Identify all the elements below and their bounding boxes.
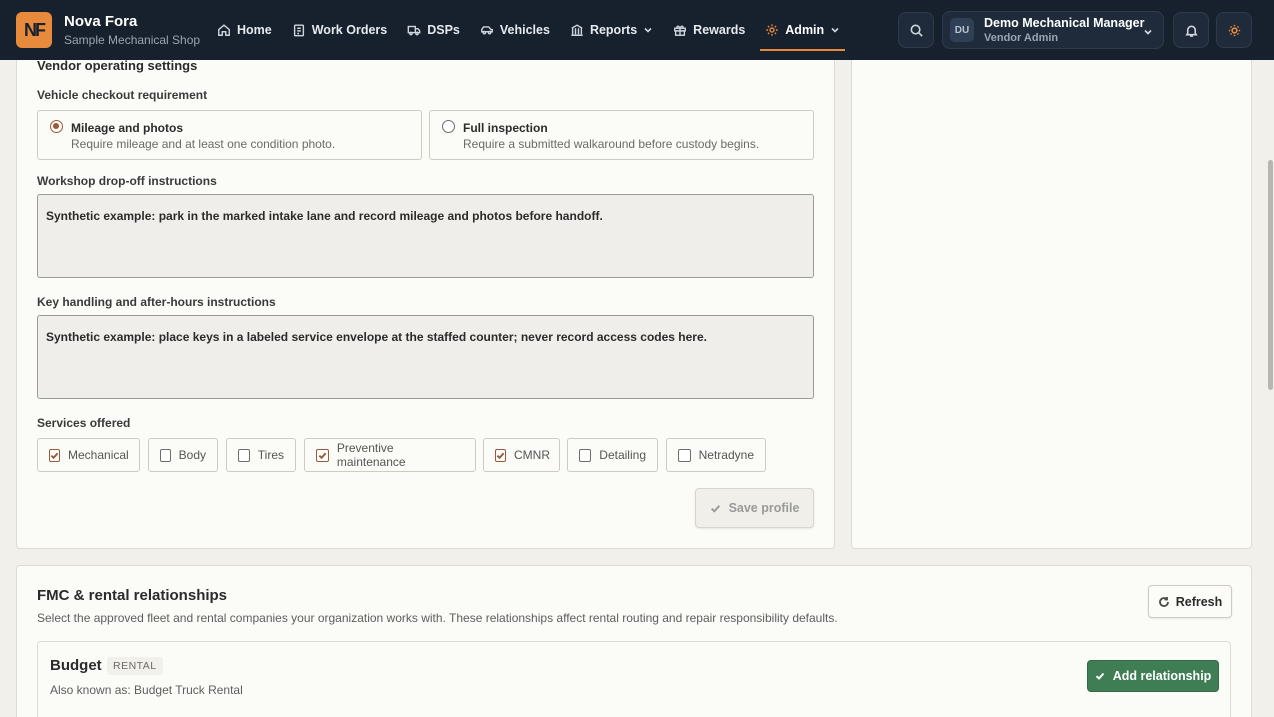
- theme-toggle-button[interactable]: [1216, 12, 1252, 48]
- fmc-title: FMC & rental relationships: [37, 587, 228, 604]
- chevron-down-icon: [1144, 29, 1152, 35]
- nav-work-orders-label: Work Orders: [311, 23, 388, 37]
- page-scrollbar[interactable]: [1268, 160, 1273, 390]
- fmc-description: Select the approved fleet and rental com…: [37, 611, 838, 625]
- service-detailing[interactable]: Detailing: [567, 438, 658, 472]
- user-role: Vendor Admin: [984, 32, 1059, 44]
- add-relationship-button[interactable]: Add relationship: [1087, 660, 1219, 692]
- check-icon: [50, 452, 59, 459]
- home-icon: [218, 24, 230, 36]
- service-label: Detailing: [599, 448, 646, 462]
- service-label: Mechanical: [68, 448, 129, 462]
- save-profile-label: Save profile: [728, 501, 800, 515]
- dropoff-instructions-field[interactable]: Synthetic example: park in the marked in…: [37, 194, 814, 278]
- nav-home-label: Home: [237, 23, 272, 37]
- checkbox-checked[interactable]: [316, 448, 329, 462]
- service-label: Body: [178, 448, 206, 462]
- truck-icon: [407, 25, 421, 36]
- service-body[interactable]: Body: [148, 438, 218, 472]
- gear-icon: [766, 24, 778, 36]
- service-mechanical[interactable]: Mechanical: [37, 438, 140, 472]
- check-icon: [318, 452, 327, 459]
- user-name: Demo Mechanical Manager: [984, 16, 1145, 30]
- nav-vehicles-label: Vehicles: [499, 23, 550, 37]
- option-title: Mileage and photos: [71, 121, 184, 135]
- relationship-type-badge: RENTAL: [107, 657, 163, 675]
- nav-home[interactable]: Home: [210, 15, 279, 45]
- nav-reports[interactable]: Reports: [563, 15, 660, 45]
- bank-icon: [571, 24, 583, 36]
- nav-dsps-label: DSPs: [427, 23, 460, 37]
- service-label: Netradyne: [698, 448, 754, 462]
- add-relationship-label: Add relationship: [1112, 669, 1212, 683]
- sun-icon: [1228, 24, 1240, 36]
- top-navigation-bar: NF Nova Fora Sample Mechanical Shop Home…: [0, 0, 1274, 60]
- nav-work-orders[interactable]: Work Orders: [285, 15, 395, 45]
- avatar: DU: [950, 18, 974, 42]
- checkout-requirement-label: Vehicle checkout requirement: [37, 88, 208, 102]
- service-label: CMNR: [514, 448, 550, 462]
- search-icon: [910, 24, 923, 37]
- refresh-button[interactable]: Refresh: [1148, 585, 1232, 618]
- relationship-name: Budget: [50, 657, 102, 674]
- relationship-card: [37, 641, 1231, 717]
- nav-rewards[interactable]: Rewards: [666, 15, 752, 45]
- relationship-aka: Also known as: Budget Truck Rental: [50, 683, 243, 697]
- user-menu[interactable]: DU Demo Mechanical Manager Vendor Admin: [942, 11, 1164, 49]
- option-mileage-photos[interactable]: Mileage and photos Require mileage and a…: [37, 110, 422, 160]
- shop-name: Sample Mechanical Shop: [64, 33, 201, 47]
- nav-vehicles[interactable]: Vehicles: [473, 15, 557, 45]
- brand-name: Nova Fora: [64, 13, 138, 30]
- nav-admin[interactable]: Admin: [758, 15, 847, 51]
- notifications-button[interactable]: [1173, 12, 1209, 48]
- radio-selected[interactable]: [50, 120, 63, 133]
- service-netradyne[interactable]: Netradyne: [666, 438, 766, 472]
- option-description: Require a submitted walkaround before cu…: [463, 137, 760, 151]
- gift-icon: [674, 25, 687, 36]
- chevron-down-icon: [831, 27, 839, 33]
- vendor-settings-title: Vendor operating settings: [37, 58, 198, 73]
- radio-unselected[interactable]: [442, 120, 455, 133]
- service-label: Preventive maintenance: [336, 441, 406, 469]
- option-full-inspection[interactable]: Full inspection Require a submitted walk…: [429, 110, 814, 160]
- key-handling-field[interactable]: Synthetic example: place keys in a label…: [37, 315, 814, 399]
- key-handling-label: Key handling and after-hours instruction…: [37, 295, 276, 309]
- refresh-icon: [1158, 596, 1169, 607]
- nav-rewards-label: Rewards: [693, 23, 746, 37]
- refresh-label: Refresh: [1175, 594, 1223, 609]
- side-panel-card: [851, 40, 1252, 549]
- search-button[interactable]: [898, 12, 934, 48]
- check-icon: [1095, 672, 1104, 680]
- bell-icon: [1184, 24, 1198, 37]
- service-preventive-maintenance[interactable]: Preventive maintenance: [304, 438, 476, 472]
- services-offered-label: Services offered: [37, 416, 131, 430]
- nav-admin-label: Admin: [785, 23, 825, 37]
- checkbox-checked[interactable]: [495, 448, 506, 462]
- user-info: Demo Mechanical Manager Vendor Admin: [984, 16, 1144, 44]
- option-title: Full inspection: [463, 121, 548, 135]
- checkbox-unchecked[interactable]: [579, 448, 592, 462]
- brand-logo[interactable]: NF: [16, 12, 52, 48]
- checkbox-checked[interactable]: [49, 448, 60, 462]
- service-tires[interactable]: Tires: [226, 438, 296, 472]
- main-nav: Home Work Orders DSPs Vehicles Reports R…: [210, 0, 853, 60]
- dropoff-instructions-label: Workshop drop-off instructions: [37, 174, 217, 188]
- brand-block: Nova Fora Sample Mechanical Shop: [64, 13, 200, 47]
- check-icon: [710, 504, 720, 513]
- save-profile-button[interactable]: Save profile: [695, 488, 814, 528]
- nav-reports-label: Reports: [589, 23, 638, 37]
- checkbox-unchecked[interactable]: [678, 448, 691, 462]
- nav-dsps[interactable]: DSPs: [400, 15, 467, 45]
- service-cmnr[interactable]: CMNR: [483, 438, 560, 472]
- option-description: Require mileage and at least one conditi…: [71, 137, 336, 151]
- clipboard-icon: [293, 24, 304, 37]
- chevron-down-icon: [644, 27, 652, 33]
- check-icon: [496, 452, 505, 459]
- checkbox-unchecked[interactable]: [160, 448, 171, 462]
- checkbox-unchecked[interactable]: [238, 448, 250, 462]
- car-icon: [480, 26, 493, 35]
- service-label: Tires: [257, 448, 284, 462]
